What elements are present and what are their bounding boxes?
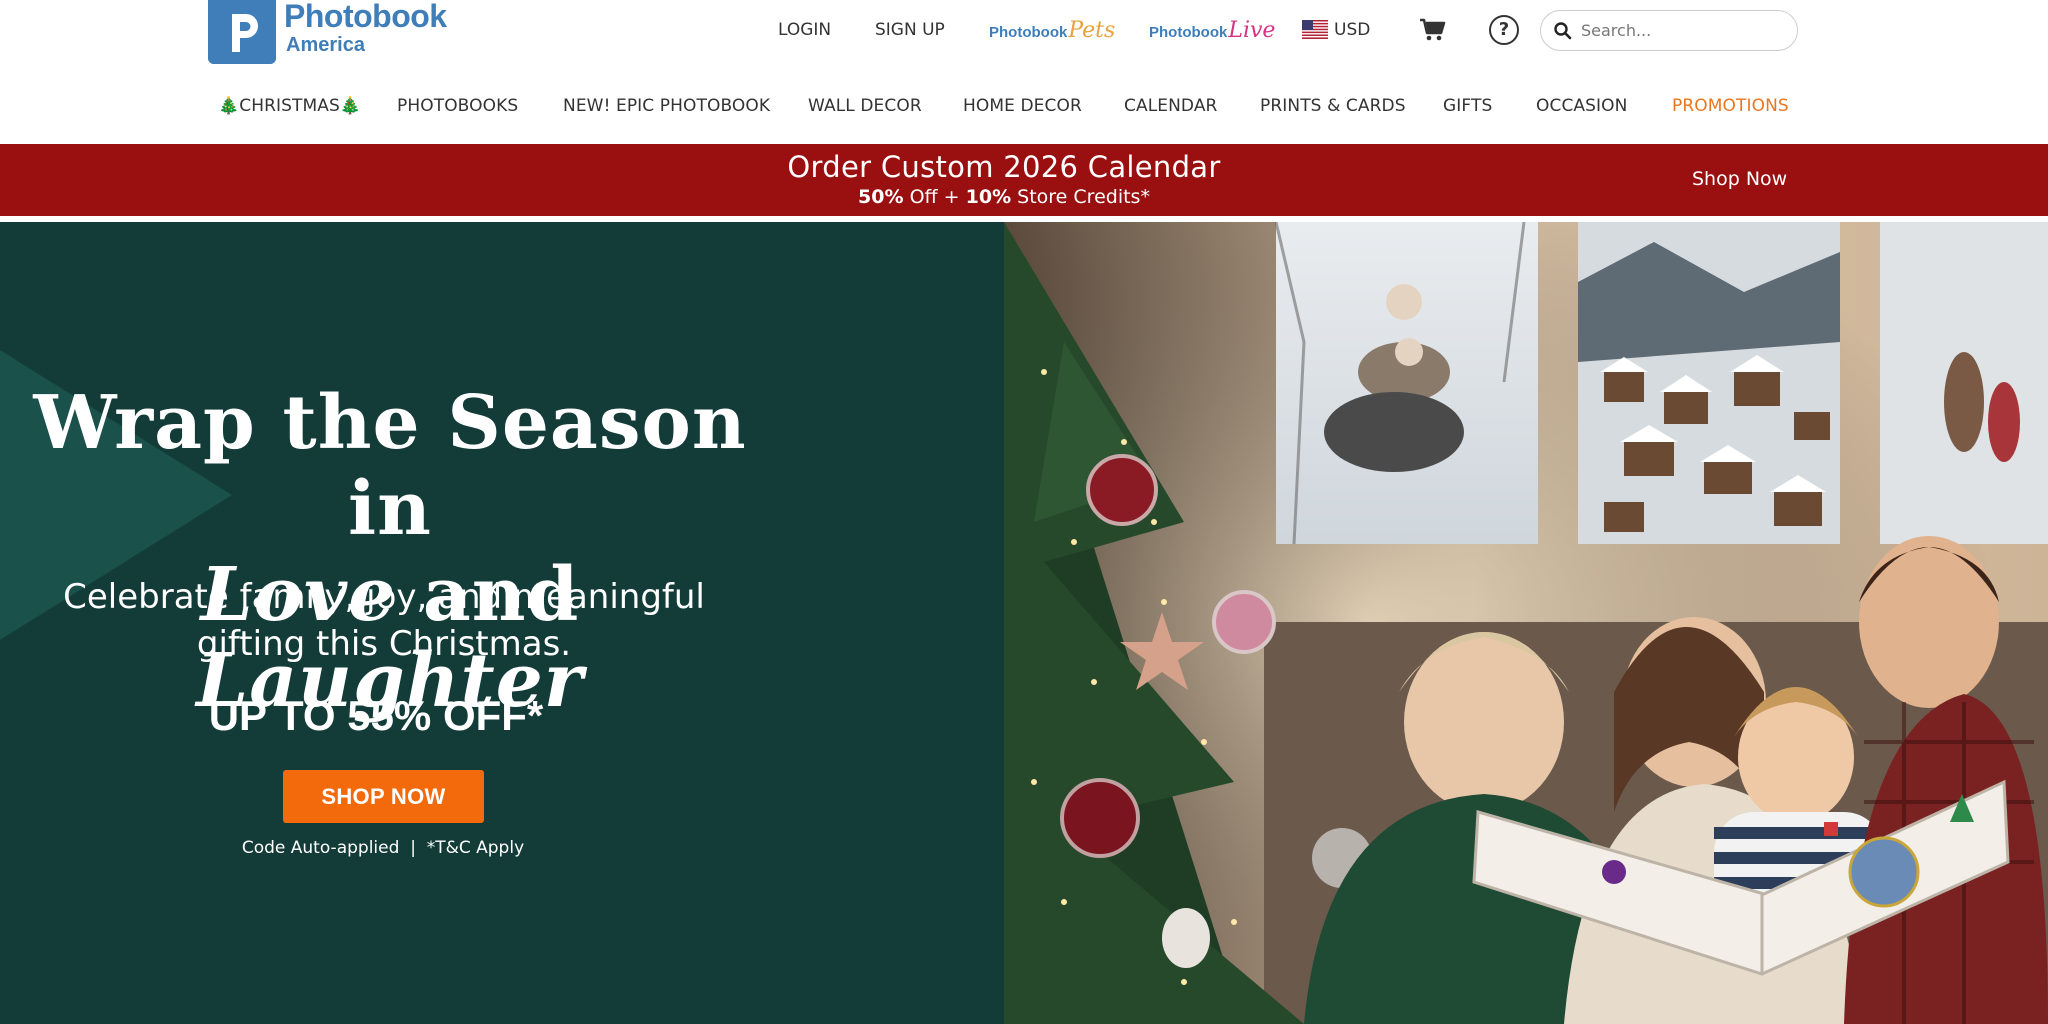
banner-sub-mid: Off + — [903, 186, 966, 208]
hero-fineprint: Code Auto-applied | *T&C Apply — [241, 838, 525, 858]
subhead-line1: Celebrate family, joy, and meaningful — [63, 577, 705, 617]
nav-wall-decor[interactable]: WALL DECOR — [808, 96, 922, 116]
nav-photobooks[interactable]: PHOTOBOOKS — [397, 96, 518, 116]
nav-gifts[interactable]: GIFTS — [1443, 96, 1492, 116]
help-icon[interactable]: ? — [1489, 15, 1519, 45]
hero-photo[interactable] — [1004, 222, 2048, 1024]
nav-epic-photobook[interactable]: NEW! EPIC PHOTOBOOK — [563, 96, 770, 116]
headline-line1: Wrap the Season in — [33, 380, 747, 552]
subhead-line2: gifting this Christmas. — [196, 624, 572, 664]
ornament-rose-2 — [1212, 590, 1276, 654]
photobook-pets-link[interactable]: Photobook Pets — [989, 18, 1115, 43]
search-box[interactable] — [1540, 10, 1798, 51]
father — [1859, 536, 1999, 708]
hero-offer: UP TO 55% OFF* — [208, 692, 544, 739]
banner-discount: 50% — [858, 186, 904, 208]
login-link[interactable]: LOGIN — [778, 20, 831, 40]
ornament-rose-3 — [1060, 778, 1140, 858]
photobook-pets-script: Pets — [1068, 18, 1116, 43]
main-nav: 🎄CHRISTMAS🎄 PHOTOBOOKS NEW! EPIC PHOTOBO… — [0, 84, 2048, 128]
photobook-pets-prefix: Photobook — [989, 24, 1068, 41]
cart-icon[interactable] — [1418, 16, 1446, 44]
logo-mark-icon — [208, 0, 276, 64]
hero-headline: Wrap the Season in Love and Laughter — [0, 380, 780, 724]
photobook-live-link[interactable]: Photobook Live — [1149, 18, 1275, 43]
shop-now-button[interactable]: SHOP NOW — [283, 770, 484, 823]
ornament-rose-1 — [1086, 454, 1158, 526]
nav-home-decor[interactable]: HOME DECOR — [963, 96, 1082, 116]
brand-name: Photobook — [284, 0, 447, 34]
search-input[interactable] — [1581, 21, 1781, 40]
nav-christmas[interactable]: 🎄CHRISTMAS🎄 — [218, 96, 361, 116]
brand-logo[interactable]: Photobook America — [208, 0, 447, 64]
ornament-oval — [1162, 908, 1210, 968]
top-header: Photobook America LOGIN SIGN UP Photoboo… — [0, 0, 2048, 70]
promo-banner[interactable]: Order Custom 2026 Calendar 50% Off + 10%… — [0, 144, 2048, 216]
hero-text-panel: Wrap the Season in Love and Laughter Cel… — [0, 222, 1004, 1024]
nav-calendar[interactable]: CALENDAR — [1124, 96, 1217, 116]
hero-section: Wrap the Season in Love and Laughter Cel… — [0, 222, 2048, 1024]
hero-subheading: Celebrate family, joy, and meaningful gi… — [0, 574, 768, 668]
search-icon — [1554, 21, 1572, 39]
currency-selector[interactable]: USD — [1334, 20, 1370, 40]
photobook-live-script: Live — [1228, 18, 1276, 43]
photobook-live-prefix: Photobook — [1149, 24, 1228, 41]
banner-shop-now-link[interactable]: Shop Now — [1692, 168, 1787, 190]
signup-link[interactable]: SIGN UP — [875, 20, 945, 40]
banner-credit: 10% — [965, 186, 1012, 208]
nav-occasion[interactable]: OCCASION — [1536, 96, 1627, 116]
family-christmas-illustration — [1004, 222, 2048, 1024]
brand-subname: America — [286, 34, 365, 56]
banner-sub-end: Store Credits* — [1011, 186, 1150, 208]
nav-prints-cards[interactable]: PRINTS & CARDS — [1260, 96, 1406, 116]
us-flag-icon[interactable] — [1302, 20, 1328, 39]
nav-promotions[interactable]: PROMOTIONS — [1672, 96, 1789, 116]
